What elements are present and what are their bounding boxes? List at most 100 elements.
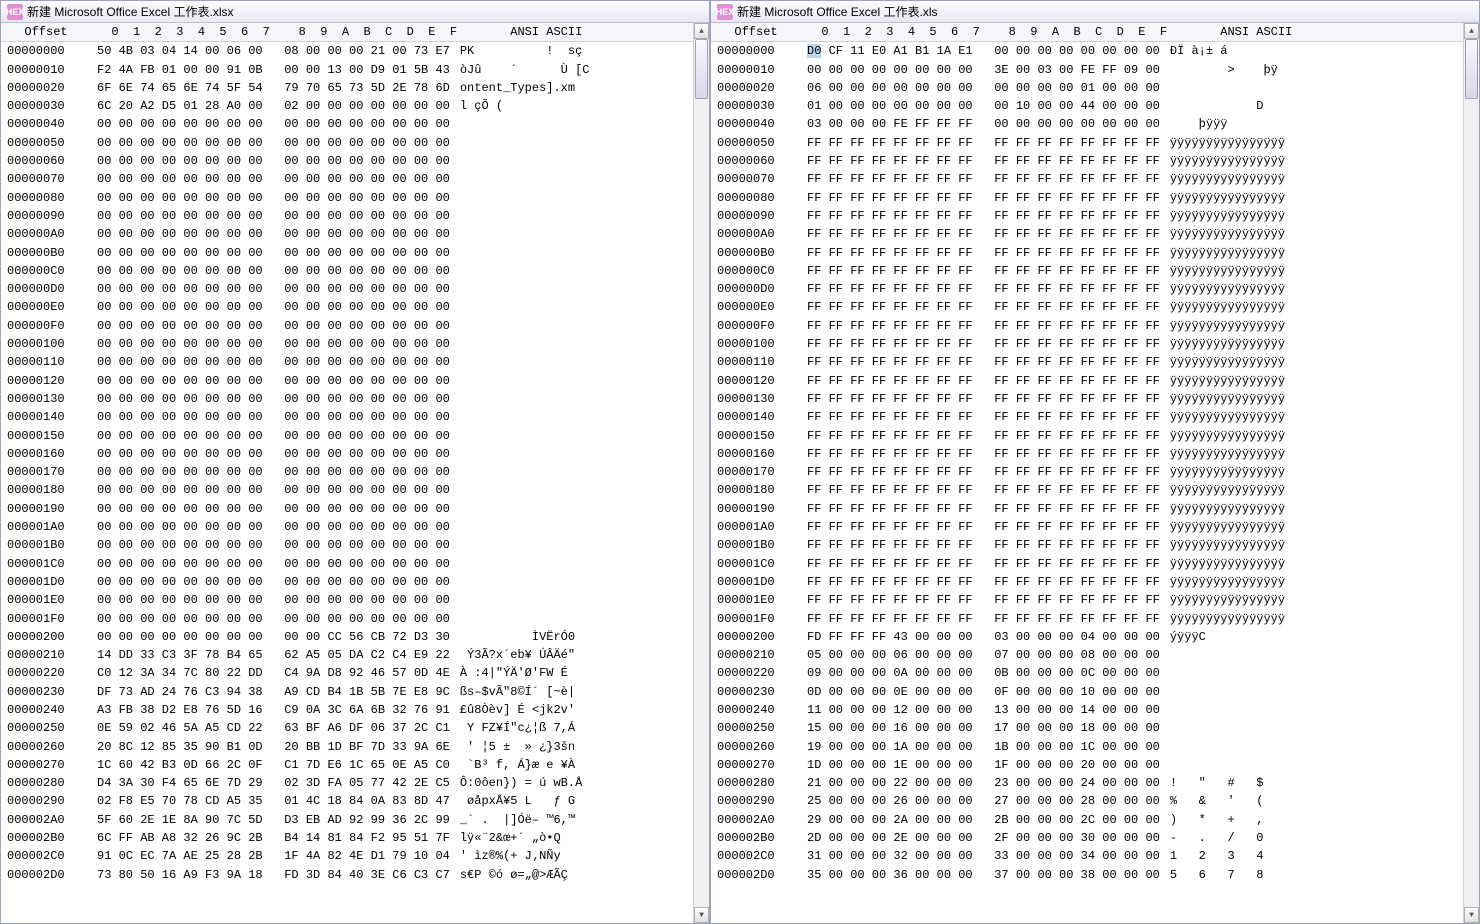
ascii-cell[interactable]: Y FZ¥Í"c¿¦ß 7,Á [456, 719, 579, 737]
hex-row[interactable]: 000002B06C FF AB A8 32 26 9C 2B B4 14 81… [1, 829, 709, 847]
hex-row[interactable]: 000001C0FF FF FF FF FF FF FF FF FF FF FF… [711, 555, 1479, 573]
hex-cell[interactable]: 00 00 00 00 00 00 00 00 00 00 00 00 00 0… [91, 207, 456, 225]
ascii-cell[interactable] [1166, 738, 1289, 756]
hex-row[interactable]: 00000240A3 FB 38 D2 E8 76 5D 16 C9 0A 3C… [1, 701, 709, 719]
ascii-cell[interactable]: ÿÿÿÿÿÿÿÿÿÿÿÿÿÿÿÿ [1166, 189, 1289, 207]
hex-row[interactable]: 0000018000 00 00 00 00 00 00 00 00 00 00… [1, 481, 709, 499]
hex-cell[interactable]: FD FF FF FF 43 00 00 00 03 00 00 00 04 0… [801, 628, 1166, 646]
ascii-cell[interactable]: PK ! sç [456, 42, 586, 60]
ascii-cell[interactable]: ÿÿÿÿÿÿÿÿÿÿÿÿÿÿÿÿ [1166, 280, 1289, 298]
ascii-cell[interactable]: ÿÿÿÿÿÿÿÿÿÿÿÿÿÿÿÿ [1166, 134, 1289, 152]
ascii-cell[interactable] [456, 225, 579, 243]
scroll-track[interactable] [1464, 39, 1479, 907]
ascii-cell[interactable]: s€P ©ó ø=„@>ÆÃÇ [456, 866, 572, 884]
hex-cell[interactable]: FF FF FF FF FF FF FF FF FF FF FF FF FF F… [801, 372, 1166, 390]
ascii-cell[interactable] [456, 481, 579, 499]
ascii-cell[interactable] [456, 189, 579, 207]
hex-cell[interactable]: 00 00 00 00 00 00 00 00 00 00 00 00 00 0… [91, 555, 456, 573]
hex-cell[interactable]: 19 00 00 00 1A 00 00 00 1B 00 00 00 1C 0… [801, 738, 1166, 756]
ascii-cell[interactable] [456, 353, 579, 371]
hex-cell[interactable]: FF FF FF FF FF FF FF FF FF FF FF FF FF F… [801, 610, 1166, 628]
hex-cell[interactable]: FF FF FF FF FF FF FF FF FF FF FF FF FF F… [801, 280, 1166, 298]
hex-cell[interactable]: FF FF FF FF FF FF FF FF FF FF FF FF FF F… [801, 317, 1166, 335]
scroll-thumb[interactable] [695, 39, 708, 99]
hex-row[interactable]: 000002701C 60 42 B3 0D 66 2C 0F C1 7D E6… [1, 756, 709, 774]
hex-row[interactable]: 0000029002 F8 E5 70 78 CD A5 35 01 4C 18… [1, 792, 709, 810]
hex-row[interactable]: 00000140FF FF FF FF FF FF FF FF FF FF FF… [711, 408, 1479, 426]
hex-cell[interactable]: 05 00 00 00 06 00 00 00 07 00 00 00 08 0… [801, 646, 1166, 664]
ascii-cell[interactable] [1166, 646, 1289, 664]
ascii-cell[interactable]: ÿÿÿÿÿÿÿÿÿÿÿÿÿÿÿÿ [1166, 555, 1289, 573]
ascii-cell[interactable]: ÿÿÿÿÿÿÿÿÿÿÿÿÿÿÿÿ [1166, 408, 1289, 426]
hex-row[interactable]: 000000A0FF FF FF FF FF FF FF FF FF FF FF… [711, 225, 1479, 243]
hex-cell[interactable]: FF FF FF FF FF FF FF FF FF FF FF FF FF F… [801, 445, 1166, 463]
hex-row[interactable]: 000000B000 00 00 00 00 00 00 00 00 00 00… [1, 244, 709, 262]
ascii-cell[interactable]: ) * + , [1166, 811, 1289, 829]
scroll-up-icon[interactable]: ▲ [694, 23, 709, 39]
hex-row[interactable]: 00000120FF FF FF FF FF FF FF FF FF FF FF… [711, 372, 1479, 390]
hex-cell[interactable]: 11 00 00 00 12 00 00 00 13 00 00 00 14 0… [801, 701, 1166, 719]
ascii-cell[interactable]: 5 6 7 8 [1166, 866, 1289, 884]
ascii-cell[interactable]: øåpxÅ¥5 L ƒ G [456, 792, 579, 810]
hex-row[interactable]: 000000C000 00 00 00 00 00 00 00 00 00 00… [1, 262, 709, 280]
hex-cell[interactable]: 01 00 00 00 00 00 00 00 00 10 00 00 44 0… [801, 97, 1166, 115]
hex-cell[interactable]: 6C 20 A2 D5 01 28 A0 00 02 00 00 00 00 0… [91, 97, 456, 115]
hex-cell[interactable]: D4 3A 30 F4 65 6E 7D 29 02 3D FA 05 77 4… [91, 774, 456, 792]
hex-row[interactable]: 000002A05F 60 2E 1E 8A 90 7C 5D D3 EB AD… [1, 811, 709, 829]
hex-row[interactable]: 0000025015 00 00 00 16 00 00 00 17 00 00… [711, 719, 1479, 737]
ascii-cell[interactable] [456, 280, 579, 298]
hex-cell[interactable]: 00 00 00 00 00 00 00 00 00 00 00 00 00 0… [91, 481, 456, 499]
hex-cell[interactable]: FF FF FF FF FF FF FF FF FF FF FF FF FF F… [801, 170, 1166, 188]
hex-row[interactable]: 0000004000 00 00 00 00 00 00 00 00 00 00… [1, 115, 709, 133]
hex-cell[interactable]: 15 00 00 00 16 00 00 00 17 00 00 00 18 0… [801, 719, 1166, 737]
hex-cell[interactable]: 5F 60 2E 1E 8A 90 7C 5D D3 EB AD 92 99 3… [91, 811, 456, 829]
hex-cell[interactable]: 03 00 00 00 FE FF FF FF 00 00 00 00 00 0… [801, 115, 1166, 133]
ascii-cell[interactable] [1166, 701, 1289, 719]
ascii-cell[interactable]: ÿÿÿÿÿÿÿÿÿÿÿÿÿÿÿÿ [1166, 225, 1289, 243]
hex-row[interactable]: 0000013000 00 00 00 00 00 00 00 00 00 00… [1, 390, 709, 408]
hex-row[interactable]: 000000D0FF FF FF FF FF FF FF FF FF FF FF… [711, 280, 1479, 298]
ascii-cell[interactable]: ÿÿÿÿÿÿÿÿÿÿÿÿÿÿÿÿ [1166, 481, 1289, 499]
hex-row[interactable]: 000000206F 6E 74 65 6E 74 5F 54 79 70 65… [1, 79, 709, 97]
hex-cell[interactable]: 00 00 00 00 00 00 00 00 00 00 00 00 00 0… [91, 115, 456, 133]
hex-cell[interactable]: FF FF FF FF FF FF FF FF FF FF FF FF FF F… [801, 225, 1166, 243]
ascii-cell[interactable] [456, 152, 579, 170]
hex-row[interactable]: 000000F0FF FF FF FF FF FF FF FF FF FF FF… [711, 317, 1479, 335]
hex-row[interactable]: 000001B000 00 00 00 00 00 00 00 00 00 00… [1, 536, 709, 554]
hex-row[interactable]: 00000090FF FF FF FF FF FF FF FF FF FF FF… [711, 207, 1479, 225]
hex-row[interactable]: 0000012000 00 00 00 00 00 00 00 00 00 00… [1, 372, 709, 390]
hex-row[interactable]: 0000011000 00 00 00 00 00 00 00 00 00 00… [1, 353, 709, 371]
hex-cell[interactable]: 06 00 00 00 00 00 00 00 00 00 00 00 01 0… [801, 79, 1166, 97]
hex-row[interactable]: 000000E0FF FF FF FF FF FF FF FF FF FF FF… [711, 298, 1479, 316]
hex-row[interactable]: 000001B0FF FF FF FF FF FF FF FF FF FF FF… [711, 536, 1479, 554]
hex-row[interactable]: 0000014000 00 00 00 00 00 00 00 00 00 00… [1, 408, 709, 426]
hex-row[interactable]: 000000E000 00 00 00 00 00 00 00 00 00 00… [1, 298, 709, 316]
hex-cell[interactable]: 50 4B 03 04 14 00 06 00 08 00 00 00 21 0… [91, 42, 456, 60]
hex-row[interactable]: 0000021005 00 00 00 06 00 00 00 07 00 00… [711, 646, 1479, 664]
hex-cell[interactable]: 00 00 00 00 00 00 00 00 00 00 00 00 00 0… [91, 390, 456, 408]
hex-cell[interactable]: 00 00 00 00 00 00 00 00 00 00 00 00 00 0… [91, 170, 456, 188]
hex-cell[interactable]: 00 00 00 00 00 00 00 00 00 00 00 00 00 0… [91, 298, 456, 316]
hexview-right[interactable]: Offset 0 1 2 3 4 5 6 7 8 9 A B C D E F A… [711, 23, 1479, 923]
ascii-cell[interactable]: ÿÿÿÿÿÿÿÿÿÿÿÿÿÿÿÿ [1166, 244, 1289, 262]
ascii-cell[interactable] [456, 262, 579, 280]
ascii-cell[interactable]: ÌVËrÓ0 [456, 628, 579, 646]
hex-row[interactable]: 0000002006 00 00 00 00 00 00 00 00 00 00… [711, 79, 1479, 97]
ascii-cell[interactable]: ÿÿÿÿÿÿÿÿÿÿÿÿÿÿÿÿ [1166, 518, 1289, 536]
hex-cell[interactable]: 00 00 00 00 00 00 00 00 00 00 00 00 00 0… [91, 445, 456, 463]
ascii-cell[interactable] [456, 555, 579, 573]
hex-cell[interactable]: C0 12 3A 34 7C 80 22 DD C4 9A D8 92 46 5… [91, 664, 456, 682]
hex-row[interactable]: 0000009000 00 00 00 00 00 00 00 00 00 00… [1, 207, 709, 225]
ascii-cell[interactable]: ýÿÿÿC [1166, 628, 1289, 646]
hex-cell[interactable]: FF FF FF FF FF FF FF FF FF FF FF FF FF F… [801, 390, 1166, 408]
scrollbar-right[interactable]: ▲ ▼ [1463, 23, 1479, 923]
hex-cell[interactable]: 00 00 00 00 00 00 00 00 00 00 00 00 00 0… [91, 353, 456, 371]
hex-cell[interactable]: FF FF FF FF FF FF FF FF FF FF FF FF FF F… [801, 152, 1166, 170]
hex-row[interactable]: 0000026019 00 00 00 1A 00 00 00 1B 00 00… [711, 738, 1479, 756]
hex-cell[interactable]: 20 8C 12 85 35 90 B1 0D 20 BB 1D BF 7D 3… [91, 738, 456, 756]
hex-row[interactable]: 00000180FF FF FF FF FF FF FF FF FF FF FF… [711, 481, 1479, 499]
hex-row[interactable]: 000002B02D 00 00 00 2E 00 00 00 2F 00 00… [711, 829, 1479, 847]
hex-row[interactable]: 00000070FF FF FF FF FF FF FF FF FF FF FF… [711, 170, 1479, 188]
selected-byte[interactable]: D0 [807, 44, 821, 58]
hex-cell[interactable]: FF FF FF FF FF FF FF FF FF FF FF FF FF F… [801, 555, 1166, 573]
